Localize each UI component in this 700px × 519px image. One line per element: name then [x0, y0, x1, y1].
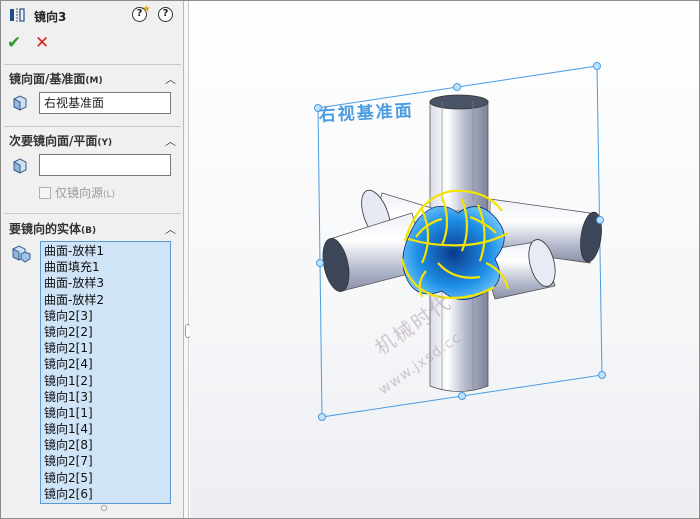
bodies-list-item[interactable]: 镜向2[2] — [44, 324, 167, 340]
bodies-list-item[interactable]: 镜向1[4] — [44, 421, 167, 437]
bodies-list-item[interactable]: 镜向1[3] — [44, 389, 167, 405]
checkbox-label: 仅镜向源 — [55, 186, 104, 200]
bodies-list-item[interactable]: 镜向2[5] — [44, 470, 167, 486]
section-divider — [4, 64, 181, 65]
plane-name-label: 右视基准面 — [318, 101, 415, 126]
secondary-mirror-label: 次要镜向面/平面 — [9, 134, 98, 148]
secondary-mirror-section-header[interactable]: 次要镜向面/平面(Y) — [9, 132, 112, 149]
bodies-list[interactable]: 曲面-放样1 曲面填充1 曲面-放样3 曲面-放样2 镜向2[3] 镜向2[2] 镜向2[1… — [40, 241, 171, 504]
bodies-list-item[interactable]: 镜向1[2] — [44, 373, 167, 389]
collapse-chevron-icon[interactable]: ︿ — [165, 71, 176, 86]
mirror-face-shortcut: (M) — [85, 76, 103, 86]
bodies-section-header[interactable]: 要镜向的实体(B) — [9, 220, 96, 237]
panel-splitter[interactable] — [184, 1, 189, 518]
secondary-mirror-shortcut: (Y) — [97, 138, 113, 148]
help-label: ? — [136, 8, 143, 19]
help-label: ? — [162, 8, 169, 19]
bodies-label: 要镜向的实体 — [9, 222, 82, 236]
vertical-tube-top-opening[interactable] — [429, 94, 489, 110]
bodies-shortcut: (B) — [81, 226, 97, 236]
collapse-chevron-icon[interactable]: ︿ — [165, 221, 176, 236]
property-manager: 镜向3 ? ? ✔ ✕ 镜向面/基准面(M) ︿ 右视基准面 次要镜向面/平面(… — [1, 1, 184, 518]
ok-cancel-row: ✔ ✕ — [1, 31, 184, 55]
mirror-face-section-header[interactable]: 镜向面/基准面(M) — [9, 70, 103, 87]
bodies-list-item[interactable]: 曲面-放样3 — [44, 275, 167, 291]
panel-title: 镜向3 — [34, 10, 67, 24]
checkbox-shortcut: (L) — [103, 190, 116, 200]
mirror-face-label: 镜向面/基准面 — [9, 72, 86, 86]
mirror-feature-icon — [10, 8, 25, 22]
bodies-list-item[interactable]: 镜向1[1] — [44, 405, 167, 421]
help-icon[interactable]: ? — [158, 7, 173, 22]
mirror-face-input[interactable]: 右视基准面 — [39, 92, 171, 114]
mirror-source-only-checkbox-row[interactable]: 仅镜向源(L) — [39, 184, 115, 200]
secondary-mirror-input[interactable] — [39, 154, 171, 176]
bodies-list-item[interactable]: 镜向2[7] — [44, 453, 167, 469]
mirror-source-only-checkbox[interactable] — [39, 187, 51, 199]
solid-bodies-icon — [12, 245, 31, 263]
section-divider — [4, 213, 181, 214]
list-resize-grip[interactable] — [101, 505, 107, 511]
ok-checkmark-icon[interactable]: ✔ — [7, 33, 21, 53]
bodies-list-item[interactable]: 镜向2[4] — [44, 356, 167, 372]
cancel-x-icon[interactable]: ✕ — [35, 33, 49, 53]
bodies-list-item[interactable]: 镜向2[6] — [44, 486, 167, 502]
bodies-list-item[interactable]: 镜向2[8] — [44, 437, 167, 453]
graphics-viewport[interactable]: 右视基准面 机械时代 www.jxsd.cc — [190, 1, 699, 518]
face-selection-icon — [13, 95, 27, 111]
bodies-list-item[interactable]: 曲面-放样2 — [44, 292, 167, 308]
bodies-list-item[interactable]: 镜向2[1] — [44, 340, 167, 356]
panel-title-bar: 镜向3 ? ? — [1, 1, 184, 29]
collapse-chevron-icon[interactable]: ︿ — [165, 133, 176, 148]
face-selection-icon — [13, 158, 27, 174]
section-divider — [4, 126, 181, 127]
star-icon — [143, 5, 150, 12]
bodies-list-item[interactable]: 镜向2[3] — [44, 308, 167, 324]
model-canvas — [314, 62, 606, 421]
bodies-list-item[interactable]: 曲面填充1 — [44, 259, 167, 275]
bodies-list-item[interactable]: 曲面-放样1 — [44, 243, 167, 259]
